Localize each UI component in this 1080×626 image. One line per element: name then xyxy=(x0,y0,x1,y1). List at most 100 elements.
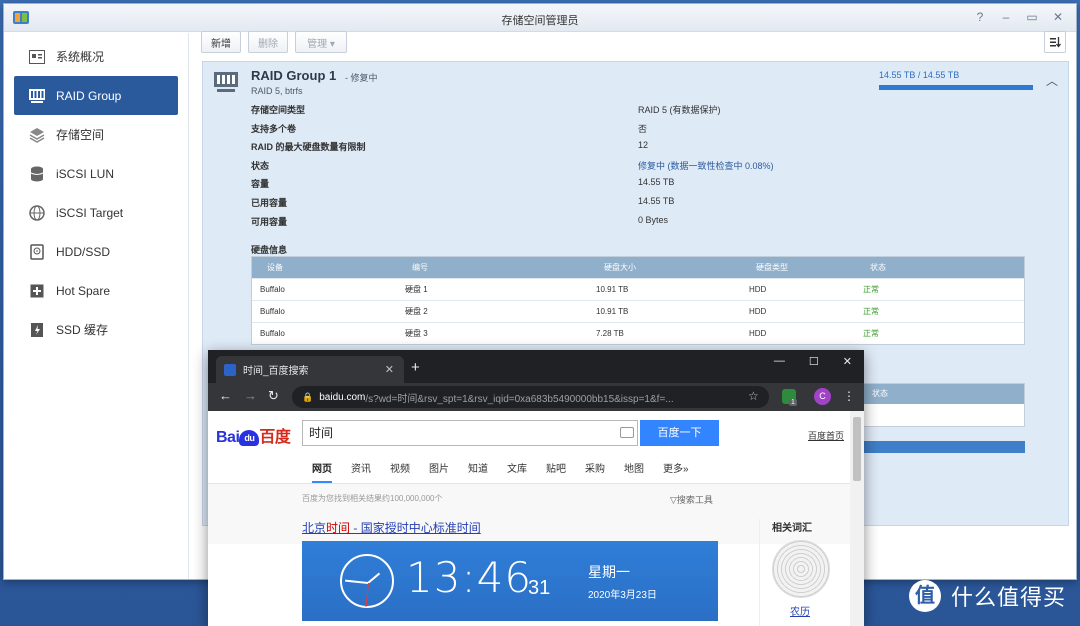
page-scrollbar[interactable] xyxy=(850,411,864,626)
camera-search-icon[interactable] xyxy=(620,427,634,438)
ssd-cache-icon xyxy=(28,321,46,339)
search-tab[interactable]: 知道 xyxy=(468,460,488,483)
disk-info-heading: 硬盘信息 xyxy=(251,245,288,255)
browser-window: 🐾 时间_百度搜索 ✕ + — ☐ ✕ ← → ↻ 🔒 baidu.com/s?… xyxy=(208,350,864,626)
lock-icon: 🔒 xyxy=(302,391,314,402)
watermark: 值 什么值得买 xyxy=(909,580,1066,612)
baidu-logo[interactable]: Bai du 百度 xyxy=(216,423,291,447)
search-tab[interactable]: 资讯 xyxy=(351,460,371,483)
column-header[interactable]: 硬盘类型 xyxy=(756,257,788,278)
forward-icon[interactable]: → xyxy=(244,389,257,403)
property-value: 否 xyxy=(638,123,648,134)
search-tab[interactable]: 地图 xyxy=(624,460,644,483)
table-cell-device: Buffalo xyxy=(260,285,285,294)
table-cell-type: HDD xyxy=(749,307,767,316)
sort-button[interactable] xyxy=(1044,31,1066,53)
raid-status-tag: - 修复中 xyxy=(345,73,378,83)
sidebar-item-volume[interactable]: 存储空间 xyxy=(14,115,178,154)
related-term-image[interactable] xyxy=(772,540,830,598)
search-input[interactable]: 时间 xyxy=(302,420,638,446)
create-button[interactable]: 新增 xyxy=(201,31,241,53)
address-bar[interactable]: 🔒 baidu.com/s?wd=时间&rsv_spt=1&rsv_iqid=0… xyxy=(292,386,769,408)
search-tab[interactable]: 网页 xyxy=(312,460,332,483)
minimize-icon[interactable]: – xyxy=(1000,10,1012,24)
scrollbar-thumb[interactable] xyxy=(853,417,861,481)
sidebar-item-label: Hot Spare xyxy=(56,283,111,298)
property-label: 存储空间类型 xyxy=(251,105,306,115)
column-header[interactable]: 状态 xyxy=(870,257,886,278)
search-tab[interactable]: 更多» xyxy=(663,460,689,483)
search-tab[interactable]: 采购 xyxy=(585,460,605,483)
sidebar-item-disk[interactable]: HDD/SSD xyxy=(14,232,178,271)
property-value: RAID 5 (有数据保护) xyxy=(638,105,721,115)
browser-menu-icon[interactable]: ⋮ xyxy=(843,389,855,403)
column-header[interactable]: 设备 xyxy=(267,257,283,278)
sidebar-item-overview[interactable]: 系统概况 xyxy=(14,37,178,76)
raid-group-icon xyxy=(214,72,238,92)
back-icon[interactable]: ← xyxy=(219,389,232,403)
delete-button[interactable]: 删除 xyxy=(248,31,288,53)
search-button[interactable]: 百度一下 xyxy=(640,420,719,446)
url-path: /s?wd=时间&rsv_spt=1&rsv_iqid=0xa683b54900… xyxy=(365,393,674,405)
watermark-text: 什么值得买 xyxy=(951,585,1067,610)
search-tab[interactable]: 视频 xyxy=(390,460,410,483)
column-header[interactable]: 硬盘大小 xyxy=(604,257,636,278)
table-cell-size: 10.91 TB xyxy=(596,285,629,294)
sidebar-item-target[interactable]: iSCSI Target xyxy=(14,193,178,232)
table-row[interactable]: Buffalo 硬盘 1 10.91 TB HDD 正常 xyxy=(252,278,1024,300)
sidebar-item-label: 系统概况 xyxy=(56,50,105,64)
sidebar-item-ssd-cache[interactable]: SSD 缓存 xyxy=(14,310,178,349)
extension-badge: 1 xyxy=(789,399,797,406)
url-host: baidu.com xyxy=(319,391,366,403)
help-icon[interactable]: ? xyxy=(974,10,986,24)
reload-icon[interactable]: ↻ xyxy=(268,389,279,403)
sidebar-item-label: HDD/SSD xyxy=(56,244,111,259)
clock-weekday: 星期一 xyxy=(588,564,630,580)
sidebar-item-raid[interactable]: RAID Group xyxy=(14,76,178,115)
sidebar-item-label: 存储空间 xyxy=(56,128,105,142)
time-card: 13:46 31 星期一 2020年3月23日 xyxy=(302,541,718,621)
sidebar-item-lun[interactable]: iSCSI LUN xyxy=(14,154,178,193)
table-cell-type: HDD xyxy=(749,285,767,294)
manage-dropdown[interactable]: 管理 ▾ xyxy=(295,31,347,53)
property-value: 修复中 (数据一致性检查中 0.08%) xyxy=(638,160,774,171)
result-count: 百度为您找到相关结果约100,000,000个 xyxy=(302,494,443,503)
baidu-favicon-icon: 🐾 xyxy=(224,363,236,376)
watermark-logo: 值 xyxy=(909,580,941,612)
disk-table-header: 设备 编号 硬盘大小 硬盘类型 状态 xyxy=(252,257,1024,278)
column-header[interactable]: 编号 xyxy=(412,257,428,278)
table-cell-size: 7.28 TB xyxy=(596,329,624,338)
browser-tabbar[interactable]: 🐾 时间_百度搜索 ✕ + — ☐ ✕ xyxy=(208,350,864,383)
search-tab[interactable]: 图片 xyxy=(429,460,449,483)
browser-maximize-icon[interactable]: ☐ xyxy=(809,355,819,368)
search-tab[interactable]: 贴吧 xyxy=(546,460,566,483)
browser-tab[interactable]: 🐾 时间_百度搜索 ✕ xyxy=(216,356,404,383)
sidebar-item-label: RAID Group xyxy=(56,88,122,103)
table-row[interactable]: Buffalo 硬盘 2 10.91 TB HDD 正常 xyxy=(252,300,1024,322)
collapse-chevron-icon[interactable]: ︿ xyxy=(1046,72,1058,89)
window-title: 存储空间管理员 xyxy=(501,15,579,27)
window-controls: ? – ▭ ✕ xyxy=(974,10,1064,24)
search-tools-link[interactable]: ▽搜索工具 xyxy=(670,493,713,506)
baidu-home-link[interactable]: 百度首页 xyxy=(808,429,844,442)
disk-icon xyxy=(28,243,46,261)
table-row[interactable]: Buffalo 硬盘 3 7.28 TB HDD 正常 xyxy=(252,322,1024,344)
result-title-link[interactable]: 北京时间 - 国家授时中心标准时间 xyxy=(302,519,481,536)
capacity-bar-fill xyxy=(879,85,1033,90)
sidebar-item-hotspare[interactable]: Hot Spare xyxy=(14,271,178,310)
target-icon xyxy=(28,204,46,222)
result-prefix: 北京 xyxy=(302,521,327,535)
tab-close-icon[interactable]: ✕ xyxy=(385,363,394,376)
browser-close-icon[interactable]: ✕ xyxy=(843,355,852,368)
profile-avatar[interactable]: C xyxy=(814,388,831,405)
bookmark-star-icon[interactable]: ☆ xyxy=(748,389,759,403)
related-term-link[interactable]: 农历 xyxy=(790,603,810,618)
close-icon[interactable]: ✕ xyxy=(1052,10,1064,24)
baidu-page: Bai du 百度 时间 百度一下 百度首页 网页 资讯 视频 图片 知道 文库 贴吧 采购 地图更… xyxy=(208,411,850,626)
browser-minimize-icon[interactable]: — xyxy=(774,355,785,368)
maximize-icon[interactable]: ▭ xyxy=(1026,10,1038,24)
new-tab-icon[interactable]: + xyxy=(411,359,420,376)
window-titlebar[interactable]: 存储空间管理员 ? – ▭ ✕ xyxy=(4,4,1076,32)
property-label: 已用容量 xyxy=(251,198,288,208)
search-tab[interactable]: 文库 xyxy=(507,460,527,483)
